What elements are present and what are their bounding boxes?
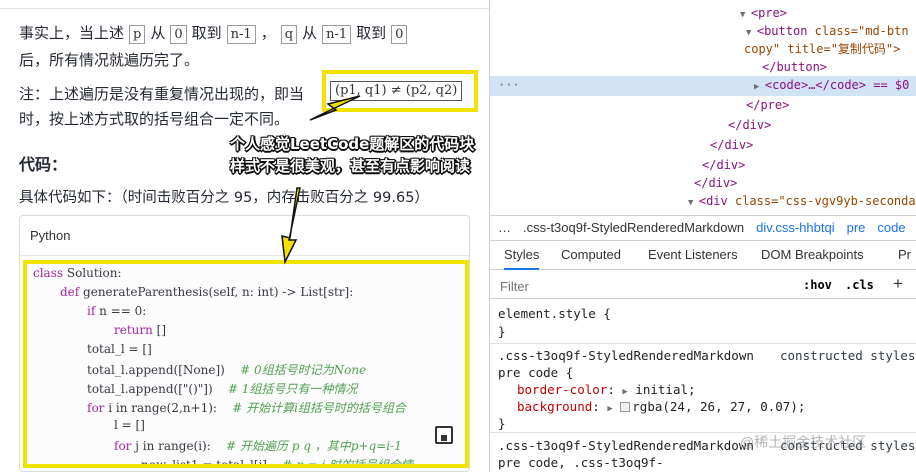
dom-attrs: copy" title="复制代码"> [744, 42, 901, 56]
annotation-callout: 个人感觉LeetCode题解区的代码块 样式不是很美观，甚至有点影响阅读 [230, 133, 474, 177]
rule-selector-2[interactable]: pre code, .css-t3oq9f- [498, 454, 664, 471]
hov-toggle[interactable]: :hov [803, 278, 832, 292]
dom-node[interactable]: ▶ <code>…</code> == $0 [754, 76, 909, 97]
rule-close: } [498, 324, 506, 339]
tab-styles[interactable]: Styles [504, 241, 540, 270]
filter-input[interactable]: Filter [500, 279, 529, 294]
dots-indicator[interactable]: ··· [498, 76, 520, 95]
dom-node[interactable]: </button> [762, 58, 827, 77]
pre-code-rule: .css-t3oq9f-StyledRenderedMarkdown const… [490, 345, 916, 431]
dom-node[interactable]: </div> [702, 156, 745, 175]
prop-name: background [517, 399, 593, 414]
expand-icon[interactable]: ▶ [622, 387, 627, 397]
dom-tag: <code> [764, 78, 809, 92]
rule-close: } [498, 416, 506, 431]
rule-selector[interactable]: element.style { [498, 305, 611, 322]
dom-node[interactable]: </div> [694, 174, 737, 193]
tab-dom-breakpoints[interactable]: DOM Breakpoints [761, 241, 864, 270]
dom-tag: </button> [762, 60, 828, 74]
dom-attrs: …</code> == $0 [808, 78, 910, 92]
add-rule-button[interactable]: + [893, 274, 903, 294]
tab-computed[interactable]: Computed [561, 241, 621, 270]
dom-tag: <div [698, 194, 728, 208]
dom-node[interactable]: </div> [728, 116, 771, 135]
tab-pr[interactable]: Pr [898, 241, 911, 270]
arrow-down [281, 187, 301, 265]
color-swatch-icon[interactable] [620, 402, 631, 412]
dom-node[interactable]: copy" title="复制代码"> [744, 40, 900, 59]
dom-node[interactable]: ▼ <div class="css-vgv9yb-secondar [688, 192, 916, 213]
tab-event-listeners[interactable]: Event Listeners [648, 241, 738, 270]
dom-attrs: class="css-vgv9yb-secondar [727, 194, 916, 208]
arrow-up [309, 95, 361, 121]
breadcrumb-item[interactable]: code [877, 220, 905, 235]
rule-source[interactable]: constructed styles [780, 347, 915, 364]
styles-filter-bar: Filter :hov .cls + [490, 271, 916, 299]
expand-icon[interactable]: ▶ [607, 404, 612, 414]
breadcrumb: … .css-t3oq9f-StyledRenderedMarkdown div.c… [490, 215, 916, 241]
rule-selector[interactable]: .css-t3oq9f-StyledRenderedMarkdown [498, 347, 754, 364]
dom-tag: </div> [694, 176, 738, 190]
expand-triangle-icon[interactable]: ▼ [740, 10, 751, 20]
devtools-pane: ··· ▼ <pre> ▼ <button class="md-btn copy" … [489, 0, 916, 472]
expand-triangle-icon[interactable]: ▼ [688, 198, 699, 208]
rule-selector[interactable]: .css-t3oq9f-StyledRenderedMarkdown [498, 437, 754, 454]
dom-tag: </div> [710, 138, 754, 152]
callout-line-1: 个人感觉LeetCode题解区的代码块 [230, 135, 475, 153]
rule-divider [490, 343, 916, 344]
article-pane: 事实上，当上述 p 从 0 取到 n-1， q 从 n-1 取到 0 后，所有情况就遍历完了。 注：… [0, 0, 489, 472]
dom-tag: </div> [702, 158, 746, 172]
elements-tree: ··· ▼ <pre> ▼ <button class="md-btn copy" … [490, 0, 916, 210]
dom-tag: <button [756, 24, 808, 38]
expand-triangle-icon[interactable]: ▼ [746, 28, 757, 38]
breadcrumb-item[interactable]: … [498, 220, 511, 235]
dom-attrs: class="md-btn [807, 24, 909, 38]
breadcrumb-item[interactable]: div.css-hhbtqi [756, 220, 835, 235]
element-style-rule: element.style { } [490, 303, 916, 343]
dom-node[interactable]: </pre> [746, 96, 789, 115]
devtools-tabs: Styles Computed Event Listeners DOM Breakpo… [490, 241, 916, 270]
rule-selector-2[interactable]: pre code { [498, 364, 573, 381]
prop-value: rgba(24, 26, 27, 0.07); [632, 399, 806, 414]
prop-name: border-color [517, 382, 608, 397]
callout-line-2: 样式不是很美观，甚至有点影响阅读 [230, 157, 471, 175]
expand-triangle-icon[interactable]: ▶ [754, 82, 765, 92]
prop-background[interactable]: background: ▶ rgba(24, 26, 27, 0.07); [517, 398, 805, 418]
dom-node[interactable]: </div> [710, 136, 753, 155]
dom-tag: <pre> [750, 6, 787, 20]
watermark: @稀土掘金技术社区 [740, 434, 867, 450]
breadcrumb-item[interactable]: .css-t3oq9f-StyledRenderedMarkdown [523, 220, 744, 235]
prop-value: initial; [635, 382, 696, 397]
annotation-arrows [281, 95, 361, 265]
dom-tag: </pre> [746, 98, 790, 112]
cls-toggle[interactable]: .cls [845, 278, 874, 292]
breadcrumb-item[interactable]: pre [847, 220, 866, 235]
dom-tag: </div> [728, 118, 772, 132]
